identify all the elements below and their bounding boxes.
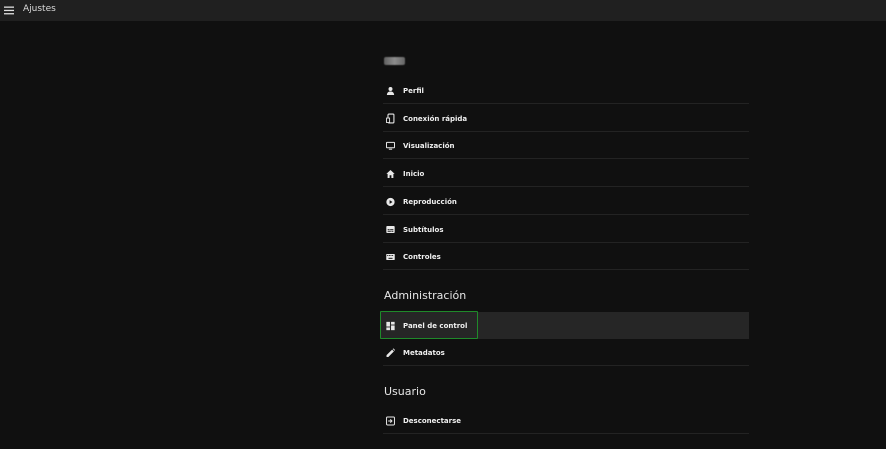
subtitles-icon bbox=[386, 225, 395, 234]
divider bbox=[383, 186, 749, 187]
monitor-icon bbox=[386, 141, 395, 150]
settings-item-logout[interactable]: Desconectarse bbox=[380, 407, 749, 434]
section-title-user: Usuario bbox=[384, 385, 426, 398]
settings-item-metadata[interactable]: Metadatos bbox=[380, 339, 749, 366]
settings-item-playback[interactable]: Reproducción bbox=[380, 188, 749, 215]
settings-item-label: Controles bbox=[403, 252, 441, 261]
play-circle-icon bbox=[386, 197, 395, 206]
hamburger-menu-icon[interactable] bbox=[4, 3, 14, 17]
dashboard-icon bbox=[386, 321, 395, 330]
divider bbox=[383, 214, 749, 215]
settings-item-label: Reproducción bbox=[403, 197, 457, 206]
settings-item-profile[interactable]: Perfil bbox=[380, 77, 749, 104]
settings-item-controls[interactable]: Controles bbox=[380, 243, 749, 270]
quick-connect-icon bbox=[386, 113, 395, 124]
settings-item-subtitles[interactable]: Subtítulos bbox=[380, 216, 749, 243]
settings-item-dashboard[interactable]: Panel de control bbox=[380, 311, 749, 339]
pencil-icon bbox=[386, 348, 395, 357]
settings-item-label: Desconectarse bbox=[403, 416, 461, 425]
settings-item-label: Metadatos bbox=[403, 348, 445, 357]
settings-item-label: Panel de control bbox=[403, 321, 468, 330]
settings-item-label: Inicio bbox=[403, 169, 425, 178]
divider bbox=[383, 158, 749, 159]
settings-item-label: Subtítulos bbox=[403, 225, 444, 234]
settings-item-label: Perfil bbox=[403, 86, 424, 95]
divider bbox=[383, 103, 749, 104]
person-icon bbox=[386, 86, 395, 95]
logout-icon bbox=[386, 416, 395, 425]
username-blurred bbox=[384, 57, 405, 65]
section-title-admin: Administración bbox=[384, 289, 467, 302]
keyboard-icon bbox=[386, 252, 395, 261]
page-title: Ajustes bbox=[23, 4, 56, 14]
home-icon bbox=[386, 169, 395, 178]
settings-item-quick-connect[interactable]: Conexión rápida bbox=[380, 105, 749, 132]
settings-item-home[interactable]: Inicio bbox=[380, 160, 749, 187]
divider bbox=[383, 269, 749, 270]
settings-item-display[interactable]: Visualización bbox=[380, 132, 749, 159]
divider bbox=[383, 365, 749, 366]
divider bbox=[383, 433, 749, 434]
top-app-bar: Ajustes bbox=[0, 0, 886, 21]
settings-item-label: Conexión rápida bbox=[403, 114, 468, 123]
settings-item-label: Visualización bbox=[403, 141, 455, 150]
